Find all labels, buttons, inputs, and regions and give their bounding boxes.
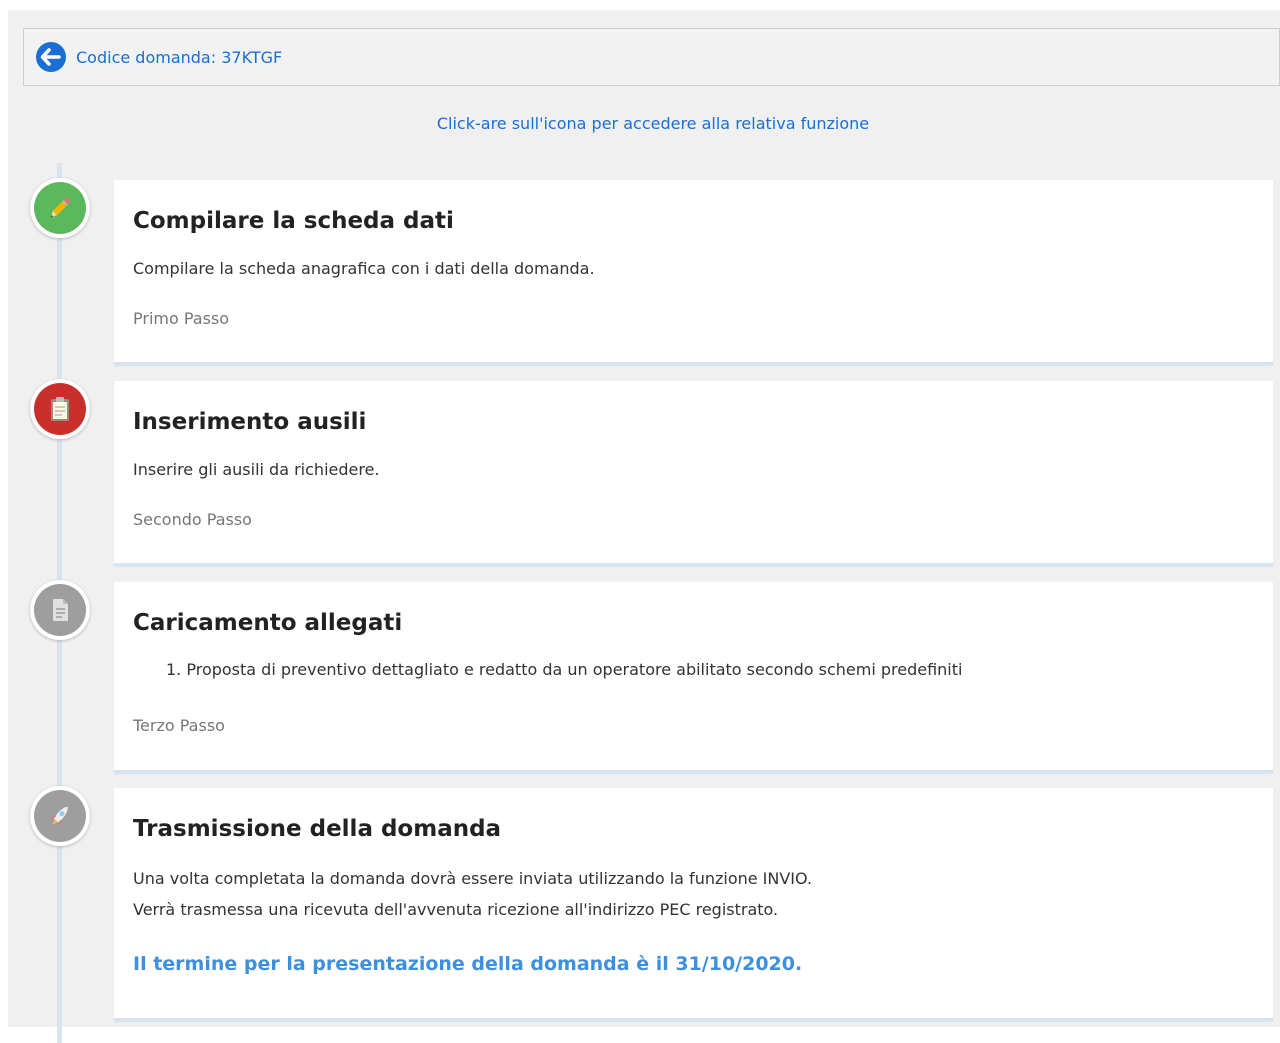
step-4-title: Trasmissione della domanda bbox=[133, 816, 502, 842]
page-background: Codice domanda: 37KTGF Click-are sull'ic… bbox=[8, 10, 1280, 1043]
step-1-footer: Primo Passo bbox=[133, 309, 230, 328]
step-3-button[interactable] bbox=[30, 580, 90, 640]
step-4-button[interactable] bbox=[30, 786, 90, 846]
pencil-icon bbox=[34, 182, 86, 234]
document-icon bbox=[34, 584, 86, 636]
step-1-button[interactable] bbox=[30, 178, 90, 238]
rocket-icon bbox=[34, 790, 86, 842]
step-2-card: Inserimento ausili Inserire gli ausili d… bbox=[114, 381, 1273, 566]
step-2-footer: Secondo Passo bbox=[133, 510, 252, 529]
step-4-description-line-1: Una volta completata la domanda dovrà es… bbox=[133, 869, 813, 888]
application-header: Codice domanda: 37KTGF bbox=[23, 28, 1280, 86]
step-3-title: Caricamento allegati bbox=[133, 610, 403, 636]
clipboard-icon bbox=[34, 383, 86, 435]
arrow-left-circle-icon[interactable] bbox=[36, 42, 66, 72]
step-2-title: Inserimento ausili bbox=[133, 409, 367, 435]
application-code-link[interactable]: Codice domanda: 37KTGF bbox=[76, 48, 282, 67]
step-3-card: Caricamento allegati 1. Proposta di prev… bbox=[114, 582, 1273, 773]
step-1-description: Compilare la scheda anagrafica con i dat… bbox=[133, 259, 595, 278]
step-3-footer: Terzo Passo bbox=[133, 716, 225, 735]
deadline-notice: Il termine per la presentazione della do… bbox=[133, 953, 803, 975]
step-2-description: Inserire gli ausili da richiedere. bbox=[133, 460, 380, 479]
instruction-hint: Click-are sull'icona per accedere alla r… bbox=[436, 114, 870, 133]
step-1-title: Compilare la scheda dati bbox=[133, 208, 454, 234]
step-1-card: Compilare la scheda dati Compilare la sc… bbox=[114, 180, 1273, 365]
step-3-attachment-item: 1. Proposta di preventivo dettagliato e … bbox=[166, 660, 963, 679]
step-4-card: Trasmissione della domanda Una volta com… bbox=[114, 788, 1273, 1021]
step-2-button[interactable] bbox=[30, 379, 90, 439]
step-4-description-line-2: Verrà trasmessa una ricevuta dell'avvenu… bbox=[133, 900, 779, 919]
